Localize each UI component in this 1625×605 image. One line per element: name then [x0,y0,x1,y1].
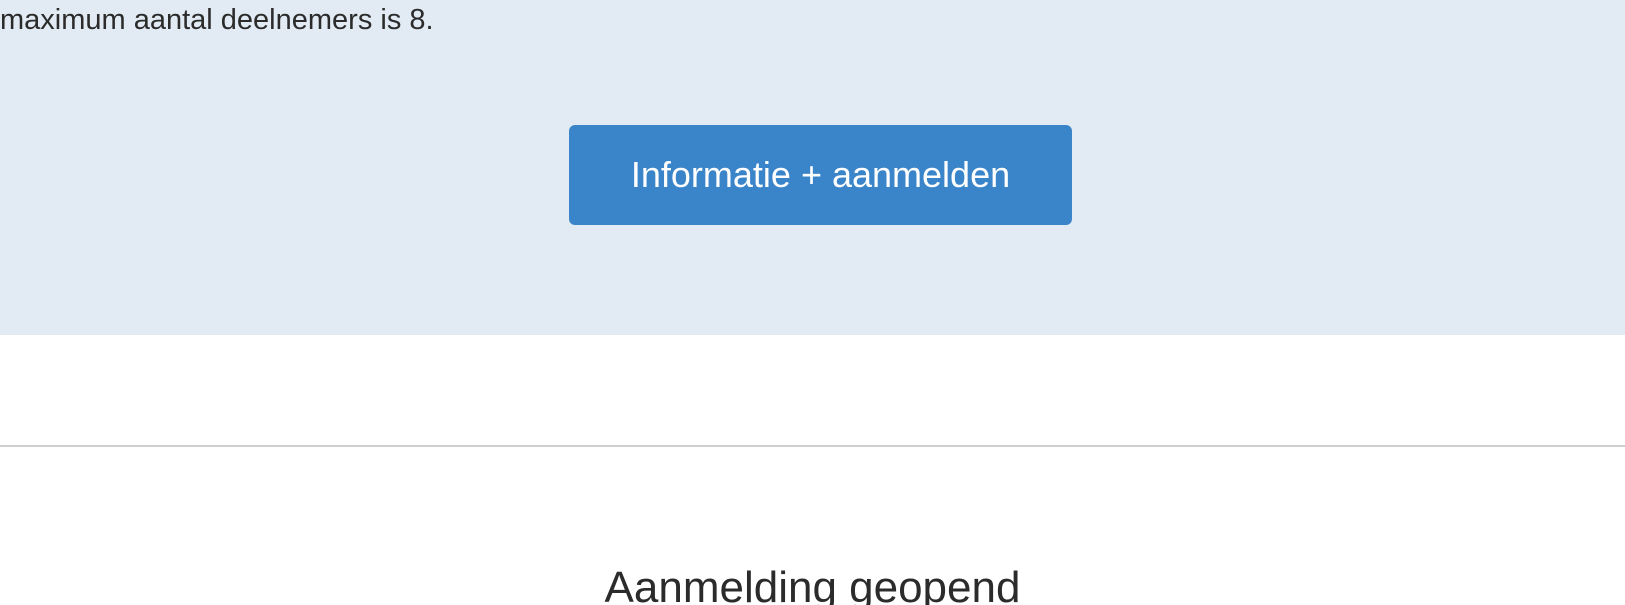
info-panel: maximum aantal deelnemers is 8. Informat… [0,0,1625,335]
registration-status-heading: Aanmelding geopend [604,563,1021,605]
info-register-button[interactable]: Informatie + aanmelden [569,125,1072,225]
page: maximum aantal deelnemers is 8. Informat… [0,0,1625,605]
section-divider [0,445,1625,447]
participants-info-text: maximum aantal deelnemers is 8. [0,4,434,36]
